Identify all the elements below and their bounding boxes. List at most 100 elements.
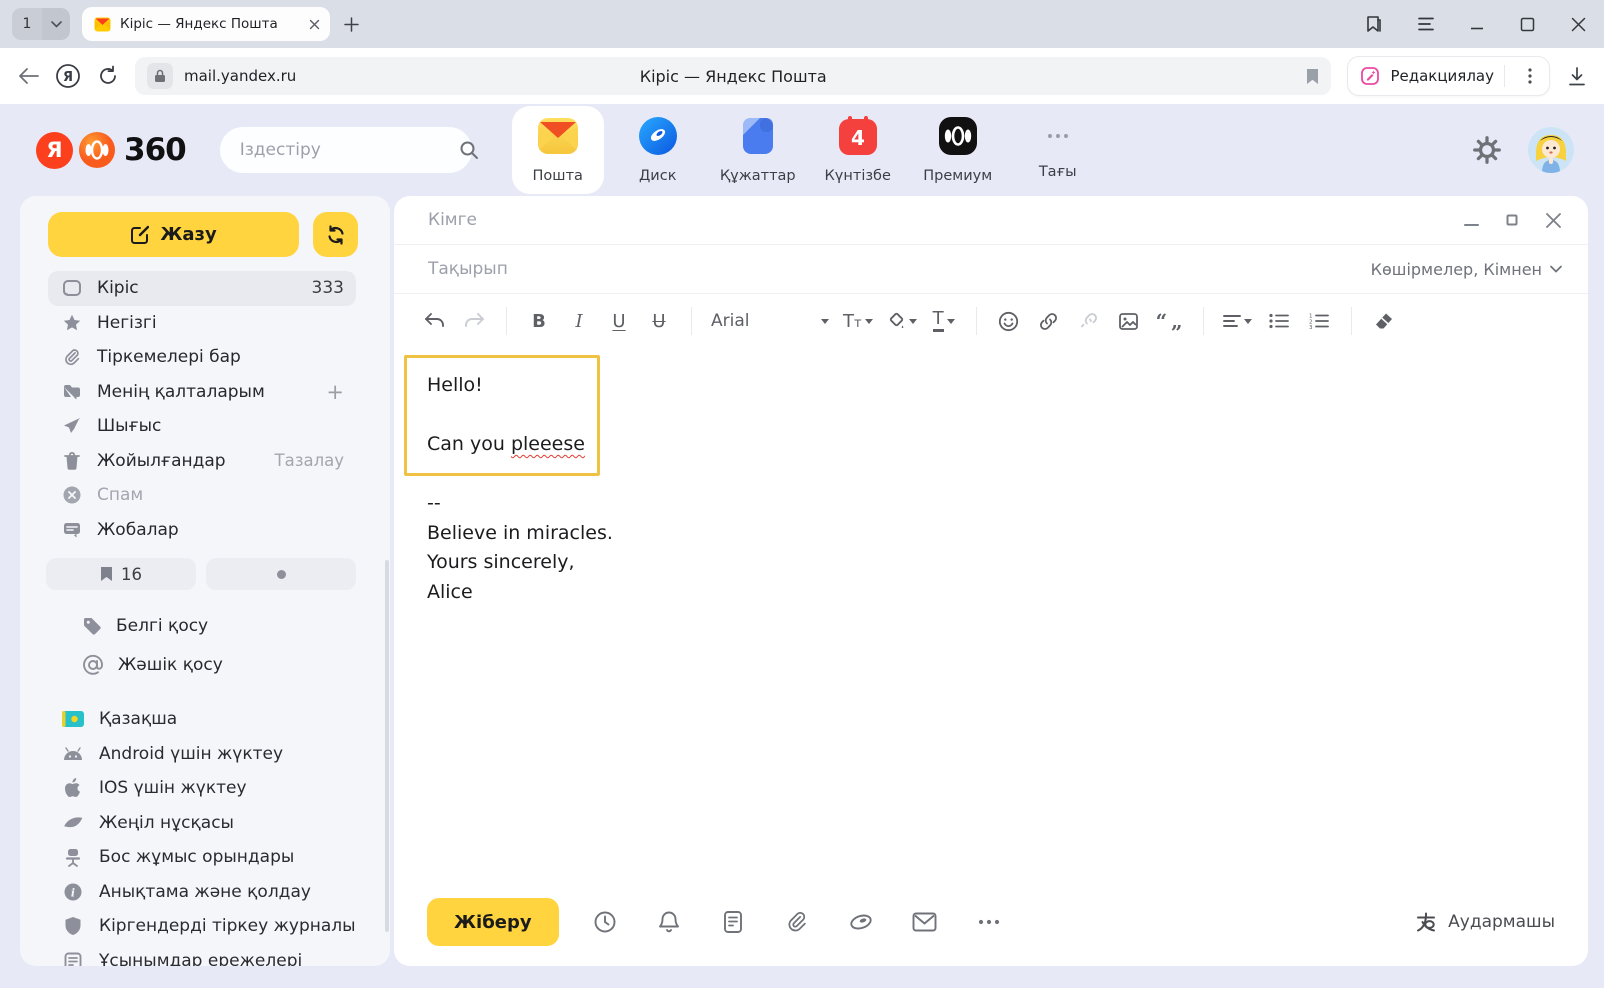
settings-gear-icon[interactable] [1472,135,1502,165]
service-docs[interactable]: Құжаттар [712,106,804,194]
panels-icon[interactable] [1364,14,1382,34]
tab-close-icon[interactable] [309,19,320,30]
browser-toolbar: Я mail.yandex.ru Кіріс — Яндекс Пошта Ре… [0,48,1604,104]
emoji-icon[interactable] [991,303,1027,339]
cc-from-toggle[interactable]: Көшірмелер, Кімнен [1371,260,1562,279]
schedule-send-icon[interactable] [573,910,637,934]
tab-counter[interactable]: 1 [12,8,70,40]
service-more[interactable]: Тағы [1012,106,1104,190]
browser-tab-active[interactable]: Кіріс — Яндекс Пошта [82,7,330,41]
font-size-select[interactable]: Tт [838,303,878,339]
underline-button[interactable]: U [601,303,637,339]
subject-input[interactable] [428,259,1371,279]
align-icon[interactable] [1218,303,1257,339]
compose-button[interactable]: Жазу [48,212,299,257]
refresh-button[interactable] [313,212,358,257]
folder-label: Менің қалталарым [97,382,265,402]
folder-important[interactable]: Негізгі [48,306,356,341]
window-minimize-button[interactable] [1470,17,1484,31]
add-folder-button[interactable]: + [326,380,344,404]
translator-button[interactable]: Аудармашы [1414,910,1555,934]
yandex-browser-icon[interactable]: Я [55,63,81,89]
font-family-select[interactable]: Arial [706,303,834,339]
insert-link-icon[interactable] [1031,303,1067,339]
compose-close-icon[interactable] [1545,212,1562,229]
folder-drafts[interactable]: Жобалар [48,513,356,548]
italic-button[interactable]: I [561,303,597,339]
recommendation-rules-item[interactable]: Ұсынымдар ережелері [48,944,356,967]
new-tab-button[interactable] [344,17,359,32]
numbered-list-icon[interactable]: 123 [1301,303,1337,339]
body-blank-line [427,401,613,431]
formatting-toolbar: B I U U Arial Tт T [394,294,1588,348]
compose-restore-icon[interactable] [1506,214,1518,226]
address-bar[interactable]: mail.yandex.ru Кіріс — Яндекс Пошта [135,57,1331,95]
window-close-button[interactable] [1571,17,1586,32]
bookmark-flag-icon[interactable] [1306,68,1319,85]
remove-link-icon[interactable] [1071,303,1107,339]
clear-trash-button[interactable]: Тазалау [275,451,345,470]
light-version-item[interactable]: Жеңіл нұсқасы [48,806,356,841]
tab-list-chevron-icon[interactable] [42,8,70,40]
sidebar-scrollbar[interactable] [385,560,389,932]
vacancies-item[interactable]: Бос жұмыс орындары [48,840,356,875]
message-body-editor[interactable]: Hello! Can you pleeese -- Believe in mir… [394,348,1588,878]
service-label: Құжаттар [712,168,804,184]
yandex-360-logo[interactable]: Я 360 [36,131,186,169]
folder-trash[interactable]: Жойылғандар Тазалау [48,444,356,479]
user-avatar[interactable] [1528,127,1574,173]
undo-icon[interactable] [416,303,452,339]
highlight-color-select[interactable] [882,303,922,339]
compose-button-label: Жазу [160,224,216,245]
bullet-list-icon[interactable] [1261,303,1297,339]
search-icon[interactable] [459,140,479,160]
service-mail[interactable]: Пошта [512,106,604,194]
browser-menu-icon[interactable] [1418,17,1434,31]
eraser-icon[interactable] [1366,303,1402,339]
text-color-select[interactable]: T [926,303,962,339]
dot-label-pill[interactable] [206,558,356,590]
template-icon[interactable] [701,910,765,934]
language-item[interactable]: Қазақша [48,702,356,737]
android-download-item[interactable]: Android үшін жүктеу [48,737,356,772]
header-search[interactable] [220,127,472,173]
to-input[interactable] [428,210,1464,230]
add-label-item[interactable]: Белгі қосу [82,606,356,645]
service-premium[interactable]: Премиум [912,106,1004,194]
lock-icon[interactable] [147,63,173,89]
folder-sent[interactable]: Шығыс [48,409,356,444]
folder-with-attachments[interactable]: Тіркемелері бар [48,340,356,375]
window-maximize-button[interactable] [1520,17,1535,32]
bold-button[interactable]: B [521,303,557,339]
help-support-item[interactable]: i Анықтама және қолдау [48,875,356,910]
ios-download-item[interactable]: IOS үшін жүктеу [48,771,356,806]
send-button[interactable]: Жіберу [427,898,559,946]
edit-more-icon[interactable] [1515,68,1545,84]
bookmarks-pill[interactable]: 16 [46,558,196,590]
folder-my-folders[interactable]: Менің қалталарым + [48,375,356,410]
service-calendar[interactable]: 4 Күнтізбе [812,106,904,194]
redo-icon[interactable] [456,303,492,339]
downloads-icon[interactable] [1568,67,1586,86]
bookmark-icon [100,566,113,582]
add-mailbox-item[interactable]: Жәшік қосу [82,645,356,684]
attach-from-mail-icon[interactable] [893,912,957,932]
more-actions-icon[interactable] [957,919,1021,925]
service-label: Күнтізбе [812,168,904,184]
notify-icon[interactable] [637,910,701,934]
service-disk[interactable]: Диск [612,106,704,194]
search-input[interactable] [240,140,459,160]
folder-spam[interactable]: Спам [48,478,356,513]
edit-mode-button[interactable]: Редакциялау [1347,56,1550,96]
inbox-icon [62,278,82,298]
back-icon[interactable] [18,67,39,85]
insert-image-icon[interactable] [1111,303,1147,339]
blockquote-icon[interactable]: “„ [1151,303,1189,339]
reload-icon[interactable] [97,65,119,87]
attach-file-icon[interactable] [765,910,829,934]
folder-inbox[interactable]: Кіріс 333 [48,271,356,306]
attach-from-disk-icon[interactable] [829,911,893,933]
compose-minimize-icon[interactable] [1464,213,1479,228]
strikethrough-button[interactable]: U [641,303,677,339]
login-journal-item[interactable]: Кіргендерді тіркеу журналы [48,909,356,944]
